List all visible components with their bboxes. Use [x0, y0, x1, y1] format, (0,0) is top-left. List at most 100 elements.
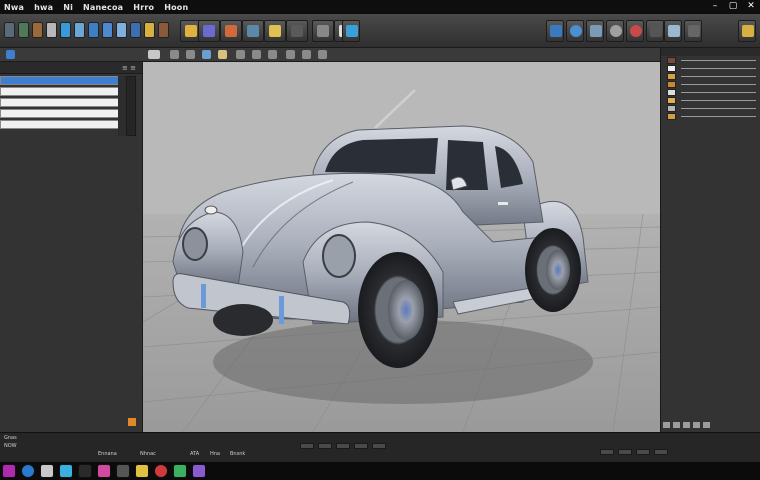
- list-item[interactable]: [0, 120, 120, 129]
- tool-c-button[interactable]: [626, 20, 644, 42]
- minimize-button[interactable]: –: [710, 1, 720, 11]
- footer-icon[interactable]: [693, 422, 700, 428]
- menu-item-5[interactable]: Hoon: [164, 3, 188, 12]
- tool-bone-icon[interactable]: [158, 22, 169, 38]
- list-item[interactable]: [0, 87, 120, 96]
- render-icon: [225, 25, 237, 37]
- menu-item-0[interactable]: Nwa: [4, 3, 24, 12]
- tool-d-button[interactable]: [646, 20, 664, 42]
- region-zoom-icon[interactable]: [286, 50, 295, 59]
- tool-cone-icon[interactable]: [116, 22, 127, 38]
- tool-move-icon[interactable]: [18, 22, 29, 38]
- app-icon[interactable]: [116, 464, 130, 478]
- footer-icon[interactable]: [683, 422, 690, 428]
- maximize-viewport-icon[interactable]: [252, 50, 261, 59]
- viewport-layout-button[interactable]: [546, 20, 564, 42]
- playback-button[interactable]: [336, 443, 350, 449]
- notes-icon[interactable]: [135, 464, 149, 478]
- tool-cylinder-icon[interactable]: [74, 22, 85, 38]
- mail-icon[interactable]: [59, 464, 73, 478]
- tool-box-icon[interactable]: [60, 22, 71, 38]
- tool-e-button[interactable]: [664, 20, 682, 42]
- chat-icon[interactable]: [173, 464, 187, 478]
- property-row[interactable]: [667, 65, 756, 72]
- media-icon[interactable]: [97, 464, 111, 478]
- render-setup-button[interactable]: [198, 20, 220, 42]
- property-row[interactable]: [667, 57, 756, 64]
- secondary-toolbar: [0, 48, 760, 62]
- footer-icon[interactable]: [663, 422, 670, 428]
- playback-button[interactable]: [372, 443, 386, 449]
- terminal-icon[interactable]: [78, 464, 92, 478]
- nav-button[interactable]: [636, 449, 650, 455]
- property-value: [681, 68, 756, 69]
- menu-item-3[interactable]: Nanecoa: [83, 3, 123, 12]
- panel-toggle-icon[interactable]: [6, 50, 15, 59]
- viewport-menu-icon[interactable]: [148, 50, 160, 59]
- property-row[interactable]: [667, 105, 756, 112]
- mirror-icon: [291, 25, 303, 37]
- menu-item-1[interactable]: hwa: [34, 3, 53, 12]
- globe-button[interactable]: [566, 20, 584, 42]
- pan-icon[interactable]: [186, 50, 195, 59]
- design-app-icon[interactable]: [192, 464, 206, 478]
- tool-teapot-icon[interactable]: [130, 22, 141, 38]
- panel-header: ≡ ≡: [0, 62, 142, 74]
- record-app-icon[interactable]: [154, 464, 168, 478]
- property-row[interactable]: [667, 113, 756, 120]
- perspective-viewport[interactable]: [143, 62, 660, 432]
- tool-f-button[interactable]: [684, 20, 702, 42]
- zoom-icon[interactable]: [170, 50, 179, 59]
- playback-button[interactable]: [318, 443, 332, 449]
- tool-a-button[interactable]: [586, 20, 604, 42]
- snap-button[interactable]: [264, 20, 286, 42]
- list-item[interactable]: [0, 98, 120, 107]
- roll-icon[interactable]: [302, 50, 311, 59]
- playback-button[interactable]: [300, 443, 314, 449]
- start-icon[interactable]: [2, 464, 16, 478]
- fov-icon[interactable]: [218, 50, 227, 59]
- tool-scale-icon[interactable]: [46, 22, 57, 38]
- layout-icon: [550, 25, 562, 37]
- orbit-icon[interactable]: [202, 50, 211, 59]
- nav-button[interactable]: [618, 449, 632, 455]
- nav-button[interactable]: [600, 449, 614, 455]
- camera-button[interactable]: [242, 20, 264, 42]
- tool-b-button[interactable]: [606, 20, 624, 42]
- footer-icon[interactable]: [703, 422, 710, 428]
- walk-icon[interactable]: [268, 50, 277, 59]
- browser-icon[interactable]: [21, 464, 35, 478]
- mirror-button[interactable]: [286, 20, 308, 42]
- nav-button[interactable]: [654, 449, 668, 455]
- panel-menu-icon[interactable]: ≡ ≡: [122, 64, 136, 72]
- maximize-button[interactable]: ▢: [728, 1, 738, 11]
- folder-icon[interactable]: [40, 464, 54, 478]
- list-scrollbar[interactable]: [126, 76, 136, 136]
- property-row[interactable]: [667, 97, 756, 104]
- tool-light-icon[interactable]: [144, 22, 155, 38]
- bumper-guard-left: [201, 284, 206, 308]
- help-button[interactable]: [738, 20, 756, 42]
- camera-icon: [247, 25, 259, 37]
- menu-item-4[interactable]: Hrro: [133, 3, 154, 12]
- list-item[interactable]: [0, 109, 120, 118]
- schematic-button[interactable]: [342, 20, 360, 42]
- playback-button[interactable]: [354, 443, 368, 449]
- menu-item-2[interactable]: Ni: [63, 3, 73, 12]
- panel-corner-icon[interactable]: [128, 418, 136, 426]
- align-button[interactable]: [312, 20, 334, 42]
- property-row[interactable]: [667, 89, 756, 96]
- tool-rotate-icon[interactable]: [32, 22, 43, 38]
- dolly-icon[interactable]: [318, 50, 327, 59]
- close-button[interactable]: ✕: [746, 1, 756, 11]
- render-button[interactable]: [220, 20, 242, 42]
- footer-icon[interactable]: [673, 422, 680, 428]
- property-row[interactable]: [667, 81, 756, 88]
- frame-icon[interactable]: [236, 50, 245, 59]
- list-item[interactable]: [0, 76, 120, 85]
- tool-plane-icon[interactable]: [88, 22, 99, 38]
- swatch-icon: [667, 81, 676, 88]
- tool-torus-icon[interactable]: [102, 22, 113, 38]
- property-row[interactable]: [667, 73, 756, 80]
- tool-select-icon[interactable]: [4, 22, 15, 38]
